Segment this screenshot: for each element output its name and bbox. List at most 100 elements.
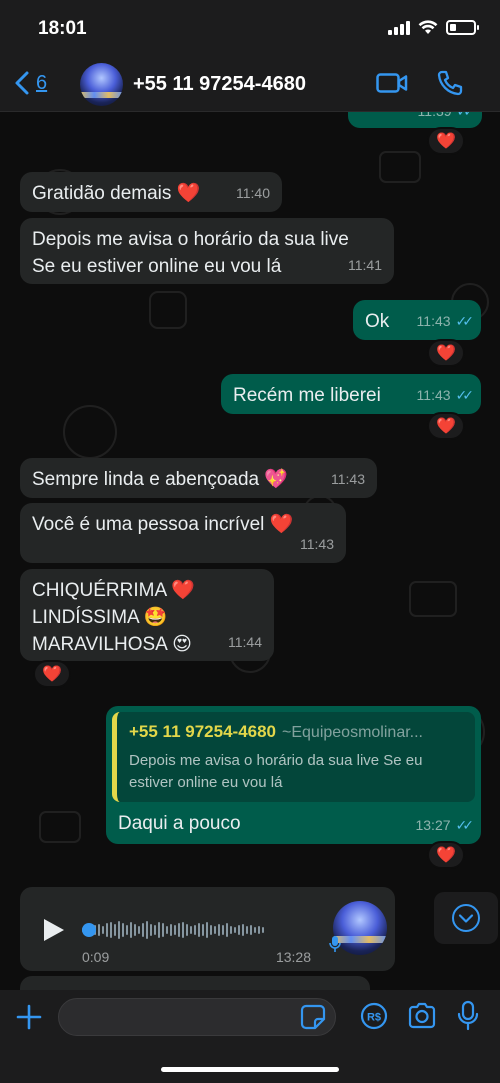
waveform-bar [242,924,244,936]
waveform-bar [122,923,124,937]
message-meta: 11:39 ✓✓ [418,112,476,125]
message-incoming[interactable]: Sempre linda e abençoada 💖 11:43 [20,458,377,498]
contact-name[interactable]: +55 11 97254-4680 [133,73,306,96]
waveform-bar [262,927,264,933]
waveform-bar [206,922,208,938]
unread-count: 6 [36,71,48,94]
waveform-bar [230,926,232,934]
message-time: 11:44 [228,634,262,650]
waveform-bar [142,923,144,937]
waveform-bar [174,925,176,935]
read-ticks-icon: ✓✓ [457,112,476,125]
message-incoming[interactable]: Gratidão demais ❤️ 11:40 [20,172,282,212]
read-ticks-icon: ✓✓ [455,313,475,329]
cellular-signal-icon [388,20,410,35]
quote-author-number: +55 11 97254-4680 [129,722,277,741]
back-button[interactable]: 6 [14,70,47,96]
chat-area[interactable]: 11:39 ✓✓ ❤️ Gratidão demais ❤️ 11:40 Depo… [0,112,500,990]
playback-scrubber[interactable] [82,923,96,937]
waveform-bar [166,926,168,934]
battery-level [450,24,456,31]
waveform-bar [226,923,228,937]
play-icon[interactable] [44,919,64,941]
read-ticks-icon: ✓✓ [455,387,475,403]
waveform-bar [102,926,104,934]
message-meta: 11:43 ✓✓ [417,382,475,409]
waveform-bar [162,923,164,937]
message-time: 11:41 [348,257,382,273]
contact-avatar[interactable] [80,63,123,106]
waveform-bar [134,924,136,936]
battery-icon [446,20,479,35]
message-outgoing[interactable]: Recém me liberei 11:43 ✓✓ [221,374,481,414]
message-text-line: Se eu estiver online eu vou lá [32,256,282,277]
status-time: 18:01 [38,18,87,39]
message-text-line: Depois me avisa o horário da sua live [32,229,349,250]
waveform-bar [146,921,148,939]
quoted-message[interactable]: +55 11 97254-4680 ~Equipeosmolinar... Dep… [112,712,475,802]
sticker-icon[interactable] [300,1004,326,1030]
reaction-heart[interactable]: ❤️ [427,841,465,869]
waveform-bar [154,925,156,935]
message-incoming-partial[interactable] [20,976,370,990]
plus-icon[interactable] [14,1002,44,1032]
home-indicator[interactable] [161,1067,339,1072]
mic-icon [329,936,341,952]
message-text: Recém me liberei [233,385,381,406]
waveform-bar [190,926,192,934]
scroll-to-bottom-button[interactable] [434,892,498,944]
message-time: 11:39 [418,112,452,125]
message-incoming[interactable]: Depois me avisa o horário da sua live Se… [20,218,394,284]
reaction-heart[interactable]: ❤️ [427,127,465,155]
voice-sender-avatar [333,901,387,955]
message-time: 13:27 [415,817,451,833]
waveform-bar [150,924,152,936]
status-bar: 18:01 [0,0,500,56]
quote-text: Depois me avisa o horário da sua live Se… [129,752,423,791]
voice-message[interactable]: 0:09 13:28 [20,887,395,971]
waveform[interactable] [82,919,332,941]
message-meta: 13:27 ✓✓ [415,812,474,839]
waveform-bar [126,925,128,935]
voice-time: 13:28 [275,949,311,965]
chat-header: 6 +55 11 97254-4680 [0,56,500,112]
wifi-icon [418,20,438,34]
mic-icon[interactable] [456,1000,480,1032]
camera-icon[interactable] [407,1002,437,1030]
message-meta: 11:43 ✓✓ [416,308,475,335]
quote-author: +55 11 97254-4680 ~Equipeosmolinar... [129,718,465,746]
waveform-bar [114,924,116,936]
phone-call-icon[interactable] [436,69,464,97]
waveform-bar [246,926,248,934]
waveform-bar [130,922,132,938]
message-text: Ok [365,311,390,332]
message-outgoing-reply[interactable]: +55 11 97254-4680 ~Equipeosmolinar... Dep… [106,706,481,844]
reaction-heart[interactable]: ❤️ [427,412,465,440]
message-time: 11:43 [300,536,334,552]
waveform-bar [98,924,100,936]
waveform-bar [118,921,120,939]
waveform-bar [198,923,200,937]
message-time: 11:43 [416,313,451,329]
message-time: 11:40 [236,185,270,201]
message-text: Gratidão demais ❤️ [32,183,201,204]
waveform-bar [234,927,236,933]
waveform-bar [214,926,216,934]
waveform-bar [178,923,180,937]
message-input[interactable] [58,998,336,1036]
message-incoming[interactable]: CHIQUÉRRIMA ❤️ LINDÍSSIMA 🤩 MARAVILHOSA … [20,569,274,661]
waveform-bar [254,927,256,933]
message-incoming[interactable]: Você é uma pessoa incrível ❤️ 11:43 [20,503,346,563]
message-outgoing[interactable]: 11:39 ✓✓ [348,112,482,128]
reaction-heart[interactable]: ❤️ [427,339,465,367]
waveform-bar [138,926,140,934]
message-text-line: LINDÍSSIMA 🤩 [32,607,168,628]
video-call-icon[interactable] [376,72,408,94]
waveform-bar [202,924,204,936]
waveform-bar [250,925,252,935]
reaction-heart[interactable]: ❤️ [33,660,71,688]
message-outgoing[interactable]: Ok 11:43 ✓✓ [353,300,481,340]
waveform-bar [194,925,196,935]
payment-icon[interactable]: R$ [360,1002,388,1030]
svg-text:R$: R$ [367,1012,381,1024]
